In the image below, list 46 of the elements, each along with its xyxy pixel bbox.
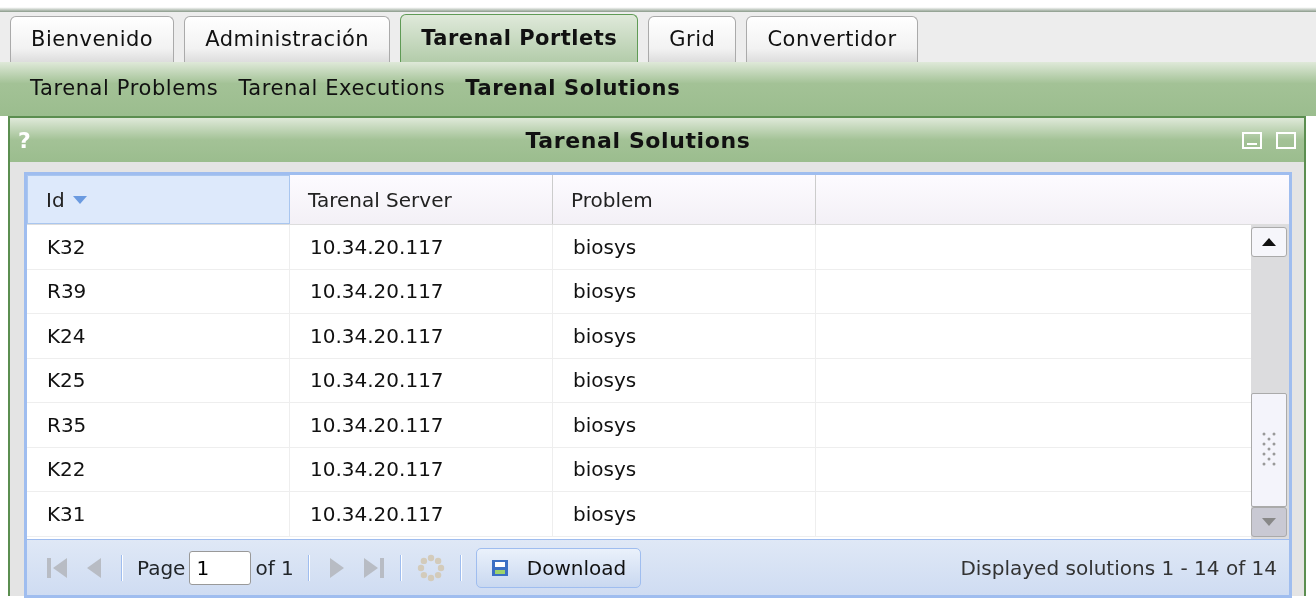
table-cell: biosys <box>553 225 816 269</box>
refresh-icon[interactable] <box>415 552 446 583</box>
page-label: Page <box>137 554 186 582</box>
table-cell: K32 <box>27 225 290 269</box>
save-icon <box>490 558 509 577</box>
table-cell: biosys <box>553 314 816 358</box>
table-cell: biosys <box>553 447 816 491</box>
scroll-down-icon[interactable] <box>1262 518 1276 526</box>
table-cell: 10.34.20.117 <box>290 447 553 491</box>
subnav-link[interactable]: Tarenal Problems <box>30 73 219 105</box>
table-cell: biosys <box>553 358 816 402</box>
tab[interactable]: Grid <box>648 16 737 62</box>
minimize-icon[interactable] <box>1242 131 1262 149</box>
table-cell: 10.34.20.117 <box>290 492 553 536</box>
table-cell: K25 <box>27 358 290 402</box>
table-cell: R35 <box>27 403 290 447</box>
table-cell: biosys <box>553 269 816 313</box>
download-button[interactable]: Download <box>475 547 642 588</box>
table-cell: 10.34.20.117 <box>290 403 553 447</box>
maximize-icon[interactable] <box>1276 131 1296 149</box>
table-cell: 10.34.20.117 <box>290 225 553 269</box>
table-cell: biosys <box>553 403 816 447</box>
page-field[interactable]: 1 <box>189 550 252 585</box>
scrollbar[interactable] <box>1251 225 1289 539</box>
tab[interactable]: Bienvenido <box>10 16 175 62</box>
column-header[interactable]: Tarenal Server <box>290 175 553 224</box>
table-cell: 10.34.20.117 <box>290 314 553 358</box>
table-cell: biosys <box>553 492 816 536</box>
table-cell: R39 <box>27 269 290 313</box>
table-cell: K31 <box>27 492 290 536</box>
subnav-link[interactable]: Tarenal Executions <box>238 73 446 105</box>
tab[interactable]: Tarenal Portlets <box>400 14 639 62</box>
table-cell: 10.34.20.117 <box>290 269 553 313</box>
portlet-title: Tarenal Solutions <box>524 126 752 155</box>
tab[interactable]: Administración <box>184 16 391 62</box>
table-cell: K24 <box>27 314 290 358</box>
tab[interactable]: Convertidor <box>746 16 918 62</box>
subnav-link[interactable]: Tarenal Solutions <box>465 73 681 105</box>
page-count: of 1 <box>255 554 294 582</box>
scroll-up-icon[interactable] <box>1262 238 1276 246</box>
table-cell: 10.34.20.117 <box>290 358 553 402</box>
sort-arrow-icon <box>72 195 87 204</box>
column-header[interactable]: Problem <box>553 175 816 224</box>
table-cell: K22 <box>27 447 290 491</box>
column-header[interactable]: Id <box>27 175 290 224</box>
status-text: Displayed solutions 1 - 14 of 14 <box>960 554 1277 582</box>
